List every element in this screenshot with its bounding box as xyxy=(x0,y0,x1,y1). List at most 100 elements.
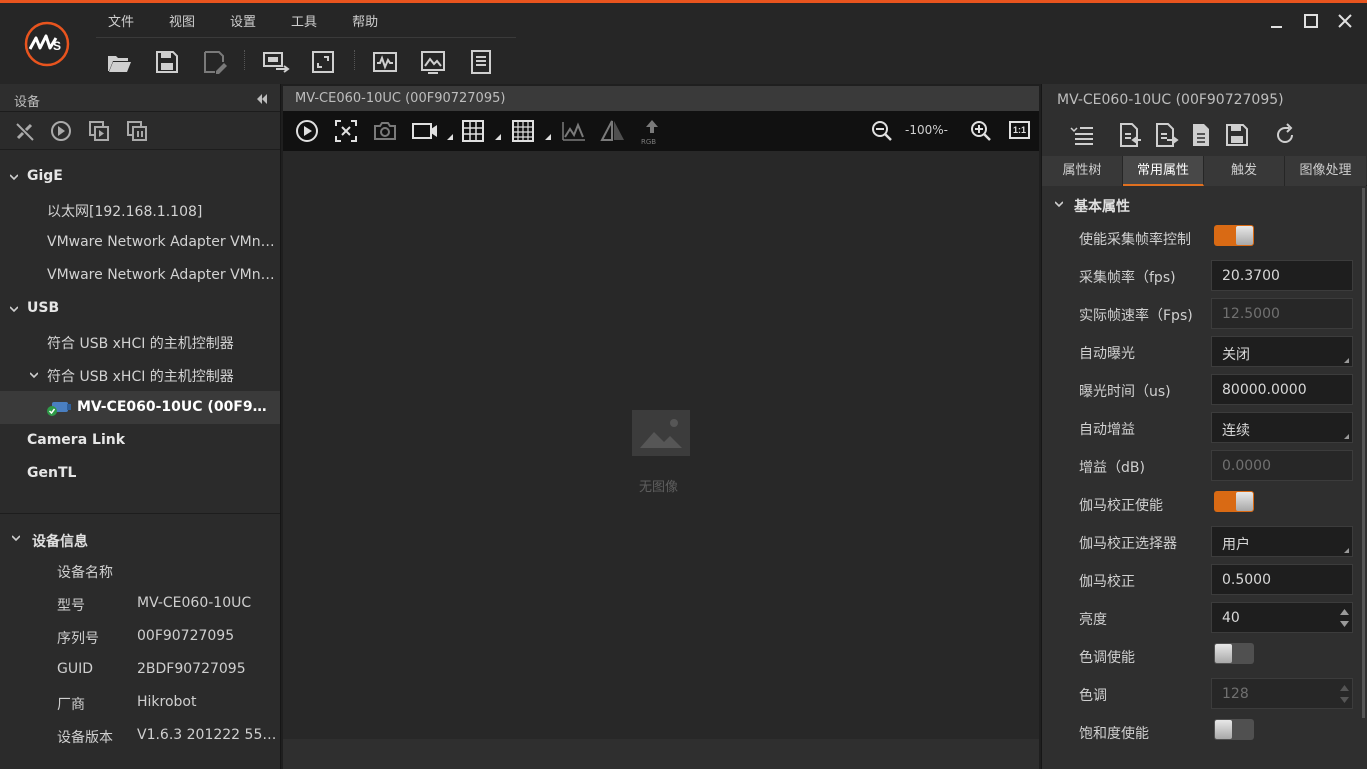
close-icon[interactable] xyxy=(1335,11,1355,31)
menu-file[interactable]: 文件 xyxy=(108,11,134,31)
gamma-enable-toggle[interactable] xyxy=(1214,491,1254,512)
prop-gamma: 伽马校正 0.5000 xyxy=(1042,560,1362,598)
tab-property-tree[interactable]: 属性树 xyxy=(1042,156,1123,186)
maximize-icon[interactable] xyxy=(1301,11,1321,31)
export-features-icon[interactable] xyxy=(1153,122,1179,148)
auto-gain-select[interactable]: 连续 xyxy=(1211,412,1353,443)
record-video-icon[interactable] xyxy=(411,118,455,144)
usb-camera-connected-icon xyxy=(46,400,72,416)
zoom-in-icon[interactable] xyxy=(968,118,994,144)
device-panel-title: 设备 xyxy=(14,95,41,110)
chevron-down-icon[interactable] xyxy=(10,173,18,181)
prop-brightness: 亮度 40 xyxy=(1042,598,1362,636)
info-row-version: 设备版本V1.6.3 201222 551331 xyxy=(57,727,277,746)
waveform-icon[interactable] xyxy=(372,49,398,75)
tab-trigger[interactable]: 触发 xyxy=(1204,156,1285,186)
info-row-serial: 序列号 00F90727095 xyxy=(57,628,235,647)
tree-item-usb-controller[interactable]: 符合 USB xHCI 的主机控制器 xyxy=(0,325,280,358)
camera-snapshot-icon[interactable] xyxy=(372,118,398,144)
section-basic-properties[interactable]: 基本属性 xyxy=(1042,190,1362,218)
svg-text:S: S xyxy=(53,39,61,53)
tree-item-camera-device[interactable]: MV-CE060-10UC (00F90727095) xyxy=(0,391,280,424)
frame-rate-enable-toggle[interactable] xyxy=(1214,225,1254,246)
refresh-icon[interactable] xyxy=(1272,122,1298,148)
chevron-down-icon[interactable] xyxy=(30,371,38,379)
device-toolbar xyxy=(0,112,280,150)
actual-size-button[interactable]: 1:1 xyxy=(1009,118,1031,144)
tree-group-usb[interactable]: USB xyxy=(0,292,280,325)
spin-arrows-icon[interactable] xyxy=(1340,607,1349,629)
play-icon[interactable] xyxy=(50,120,72,142)
properties-toolbar xyxy=(1042,118,1367,154)
gamma-selector-select[interactable]: 用户 xyxy=(1211,526,1353,557)
properties-panel: MV-CE060-10UC (00F90727095) 属性树 常用属性 触发 … xyxy=(1041,84,1367,769)
no-image-text: 无图像 xyxy=(639,480,679,495)
exposure-time-input[interactable]: 80000.0000 xyxy=(1211,374,1353,405)
info-row-model: 型号 MV-CE060-10UC xyxy=(57,595,252,614)
zoom-out-icon[interactable] xyxy=(869,118,895,144)
menu-view[interactable]: 视图 xyxy=(169,11,195,31)
save-params-icon[interactable] xyxy=(1224,122,1250,148)
save-icon[interactable] xyxy=(154,49,180,75)
tree-item-vmnet8[interactable]: VMware Network Adapter VMnet8 xyxy=(0,259,280,292)
viewer-title: MV-CE060-10UC (00F90727095) xyxy=(295,91,506,106)
menu-tools[interactable]: 工具 xyxy=(291,11,317,31)
cross-grid-icon[interactable] xyxy=(511,118,555,144)
tree-subgroup-usb-controller[interactable]: 符合 USB xHCI 的主机控制器 xyxy=(0,358,280,391)
tree-item-vmnet1[interactable]: VMware Network Adapter VMnet1 xyxy=(0,226,280,259)
tree-item-ethernet[interactable]: 以太网[192.168.1.108] xyxy=(0,193,280,226)
tree-group-gige[interactable]: GigE xyxy=(0,160,280,193)
hue-enable-toggle[interactable] xyxy=(1214,643,1254,664)
properties-scrollbar[interactable] xyxy=(1362,188,1365,718)
brightness-spinbox[interactable]: 40 xyxy=(1211,602,1353,633)
rgb-upload-icon[interactable]: RGB xyxy=(639,118,665,146)
save-edit-icon[interactable] xyxy=(202,49,228,75)
switch-display-icon[interactable] xyxy=(262,49,290,75)
properties-title: MV-CE060-10UC (00F90727095) xyxy=(1057,92,1284,108)
chevron-down-icon[interactable] xyxy=(10,305,18,313)
menu-settings[interactable]: 设置 xyxy=(230,11,256,31)
prop-auto-gain: 自动增益 连续 xyxy=(1042,408,1362,446)
prop-exposure-time: 曝光时间（us) 80000.0000 xyxy=(1042,370,1362,408)
gain-field: 0.0000 xyxy=(1211,450,1353,481)
fullscreen-icon[interactable] xyxy=(310,49,336,75)
minimize-icon[interactable] xyxy=(1267,11,1287,31)
stop-capture-icon[interactable] xyxy=(333,118,359,144)
multi-window-stop-icon[interactable] xyxy=(126,120,148,142)
multi-window-play-icon[interactable] xyxy=(88,120,110,142)
mvs-logo-icon: S xyxy=(24,21,70,67)
document-icon[interactable] xyxy=(1188,122,1214,148)
chevron-down-icon[interactable] xyxy=(12,534,20,542)
tab-common-properties[interactable]: 常用属性 xyxy=(1123,156,1204,186)
panel-divider[interactable] xyxy=(0,513,280,514)
prop-auto-exposure: 自动曝光 关闭 xyxy=(1042,332,1362,370)
import-features-icon[interactable] xyxy=(1117,122,1143,148)
grid-layout-icon[interactable] xyxy=(461,118,505,144)
chevron-down-icon[interactable] xyxy=(1055,200,1063,208)
prop-gain: 增益（dB) 0.0000 xyxy=(1042,446,1362,484)
resulting-frame-rate-field: 12.5000 xyxy=(1211,298,1353,329)
mirror-flip-icon[interactable] xyxy=(600,118,626,144)
collapse-panel-icon[interactable] xyxy=(256,93,268,104)
title-bar: S 文件 视图 设置 工具 帮助 xyxy=(0,3,1367,84)
play-icon[interactable] xyxy=(294,118,320,144)
document-list-icon[interactable] xyxy=(468,49,494,75)
menu-help[interactable]: 帮助 xyxy=(352,11,378,31)
tab-image-processing[interactable]: 图像处理 xyxy=(1285,156,1366,186)
device-info-header[interactable]: 设备信息 xyxy=(0,522,280,554)
frame-rate-input[interactable]: 20.3700 xyxy=(1211,260,1353,291)
gamma-input[interactable]: 0.5000 xyxy=(1211,564,1353,595)
prop-hue: 色调 128 xyxy=(1042,674,1362,712)
auto-exposure-select[interactable]: 关闭 xyxy=(1211,336,1353,367)
window-controls xyxy=(1267,11,1355,31)
tree-group-camera-link[interactable]: Camera Link xyxy=(0,424,280,457)
properties-list: 基本属性 使能采集帧率控制 采集帧率（fps) 20.3700 实际帧速率（Fp… xyxy=(1042,190,1362,750)
saturation-enable-toggle[interactable] xyxy=(1214,719,1254,740)
image-analysis-icon[interactable] xyxy=(420,49,446,75)
histogram-icon[interactable] xyxy=(561,118,587,144)
tree-group-gentl[interactable]: GenTL xyxy=(0,457,280,490)
device-panel-header: 设备 xyxy=(0,84,280,112)
list-view-icon[interactable] xyxy=(1069,122,1095,148)
disconnect-icon[interactable] xyxy=(14,120,36,142)
open-folder-icon[interactable] xyxy=(106,49,132,75)
